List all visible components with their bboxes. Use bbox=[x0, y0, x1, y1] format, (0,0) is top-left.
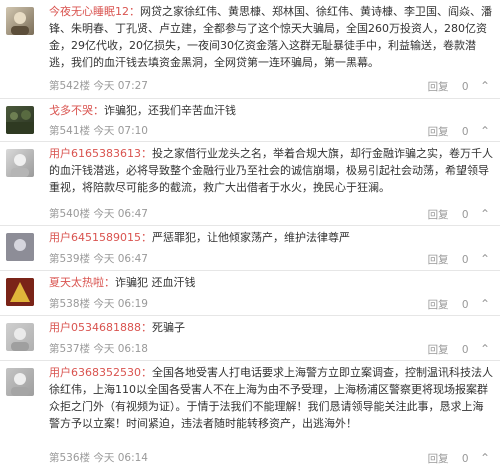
reply-link[interactable]: 回复 bbox=[428, 299, 449, 311]
share-icon[interactable]: ⌃ bbox=[480, 297, 490, 311]
comment-text: 死骗子 bbox=[152, 321, 185, 334]
comment-actions: 回复 0 ⌃ bbox=[418, 342, 490, 356]
comment-item: 今夜无心睡眠12：网贷之家徐红伟、黄思槺、郑林国、徐红伟、黄诗槺、李卫国、阎焱、… bbox=[0, 0, 500, 99]
comment-floor-time: 第542楼 今天 07:27 bbox=[49, 80, 148, 92]
user-avatar[interactable] bbox=[6, 149, 34, 177]
reply-link[interactable]: 回复 bbox=[428, 81, 449, 93]
comment-body: 夏天太热啦：诈骗犯 还血汗钱 bbox=[49, 274, 494, 291]
comment-floor-time: 第539楼 今天 06:47 bbox=[49, 253, 148, 265]
comment-actions: 回复 0 ⌃ bbox=[418, 451, 490, 465]
comment-actions: 回复 0 ⌃ bbox=[418, 252, 490, 266]
comment-username[interactable]: 用户6368352530： bbox=[49, 366, 152, 379]
comment-item: 用户6368352530：全国各地受害人打电话要求上海警方立即立案调查，控制温讯… bbox=[0, 361, 500, 469]
comment-list: 今夜无心睡眠12：网贷之家徐红伟、黄思槺、郑林国、徐红伟、黄诗槺、李卫国、阎焱、… bbox=[0, 0, 500, 469]
comment-body: 戈多不哭：诈骗犯，还我们辛苦血汗钱 bbox=[49, 102, 494, 119]
comment-body: 用户6165383613：投之家借行业龙头之名，举着合规大旗，却行金融诈骗之实，… bbox=[49, 145, 494, 196]
comment-username[interactable]: 用户0534681888： bbox=[49, 321, 152, 334]
comment-text: 诈骗犯 还血汗钱 bbox=[115, 276, 196, 289]
comment-item: 用户6165383613：投之家借行业龙头之名，举着合规大旗，却行金融诈骗之实，… bbox=[0, 142, 500, 226]
user-avatar[interactable] bbox=[6, 106, 34, 134]
comment-actions: 回复 0 ⌃ bbox=[418, 79, 490, 93]
comment-item: 夏天太热啦：诈骗犯 还血汗钱 第538楼 今天 06:19 回复 0 ⌃ bbox=[0, 271, 500, 316]
share-icon[interactable]: ⌃ bbox=[480, 451, 490, 465]
comment-username[interactable]: 戈多不哭： bbox=[49, 104, 104, 117]
comment-floor-time: 第537楼 今天 06:18 bbox=[49, 343, 148, 355]
like-count[interactable]: 0 bbox=[462, 254, 469, 266]
reply-link[interactable]: 回复 bbox=[428, 453, 449, 465]
user-avatar[interactable] bbox=[6, 233, 34, 261]
share-icon[interactable]: ⌃ bbox=[480, 252, 490, 266]
share-icon[interactable]: ⌃ bbox=[480, 79, 490, 93]
like-count[interactable]: 0 bbox=[462, 453, 469, 465]
reply-link[interactable]: 回复 bbox=[428, 344, 449, 356]
user-avatar[interactable] bbox=[6, 7, 34, 35]
comment-item: 用户0534681888：死骗子 第537楼 今天 06:18 回复 0 ⌃ bbox=[0, 316, 500, 361]
share-icon[interactable]: ⌃ bbox=[480, 342, 490, 356]
reply-link[interactable]: 回复 bbox=[428, 254, 449, 266]
comment-body: 今夜无心睡眠12：网贷之家徐红伟、黄思槺、郑林国、徐红伟、黄诗槺、李卫国、阎焱、… bbox=[49, 3, 494, 71]
comment-username[interactable]: 用户6451589015： bbox=[49, 231, 152, 244]
share-icon[interactable]: ⌃ bbox=[480, 124, 490, 138]
comment-text: 诈骗犯，还我们辛苦血汗钱 bbox=[104, 104, 236, 117]
comment-username[interactable]: 今夜无心睡眠12： bbox=[49, 5, 140, 18]
comment-body: 用户6368352530：全国各地受害人打电话要求上海警方立即立案调查，控制温讯… bbox=[49, 364, 494, 432]
reply-link[interactable]: 回复 bbox=[428, 126, 449, 138]
comment-floor-time: 第536楼 今天 06:14 bbox=[49, 452, 148, 464]
comment-item: 用户6451589015：严惩罪犯，让他倾家荡产，维护法律尊严 第539楼 今天… bbox=[0, 226, 500, 271]
reply-link[interactable]: 回复 bbox=[428, 209, 449, 221]
user-avatar[interactable] bbox=[6, 368, 34, 396]
user-avatar[interactable] bbox=[6, 278, 34, 306]
like-count[interactable]: 0 bbox=[462, 126, 469, 138]
comment-actions: 回复 0 ⌃ bbox=[418, 297, 490, 311]
comment-username[interactable]: 用户6165383613： bbox=[49, 147, 152, 160]
user-avatar[interactable] bbox=[6, 323, 34, 351]
comment-item: 戈多不哭：诈骗犯，还我们辛苦血汗钱 第541楼 今天 07:10 回复 0 ⌃ bbox=[0, 99, 500, 142]
comment-actions: 回复 0 ⌃ bbox=[418, 124, 490, 138]
like-count[interactable]: 0 bbox=[462, 299, 469, 311]
like-count[interactable]: 0 bbox=[462, 209, 469, 221]
comment-floor-time: 第538楼 今天 06:19 bbox=[49, 298, 148, 310]
comment-actions: 回复 0 ⌃ bbox=[418, 207, 490, 221]
comment-floor-time: 第541楼 今天 07:10 bbox=[49, 125, 148, 137]
like-count[interactable]: 0 bbox=[462, 81, 469, 93]
like-count[interactable]: 0 bbox=[462, 344, 469, 356]
comment-body: 用户0534681888：死骗子 bbox=[49, 319, 494, 336]
share-icon[interactable]: ⌃ bbox=[480, 207, 490, 221]
comment-floor-time: 第540楼 今天 06:47 bbox=[49, 208, 148, 220]
comment-text: 严惩罪犯，让他倾家荡产，维护法律尊严 bbox=[152, 231, 350, 244]
comment-body: 用户6451589015：严惩罪犯，让他倾家荡产，维护法律尊严 bbox=[49, 229, 494, 246]
comment-username[interactable]: 夏天太热啦： bbox=[49, 276, 115, 289]
